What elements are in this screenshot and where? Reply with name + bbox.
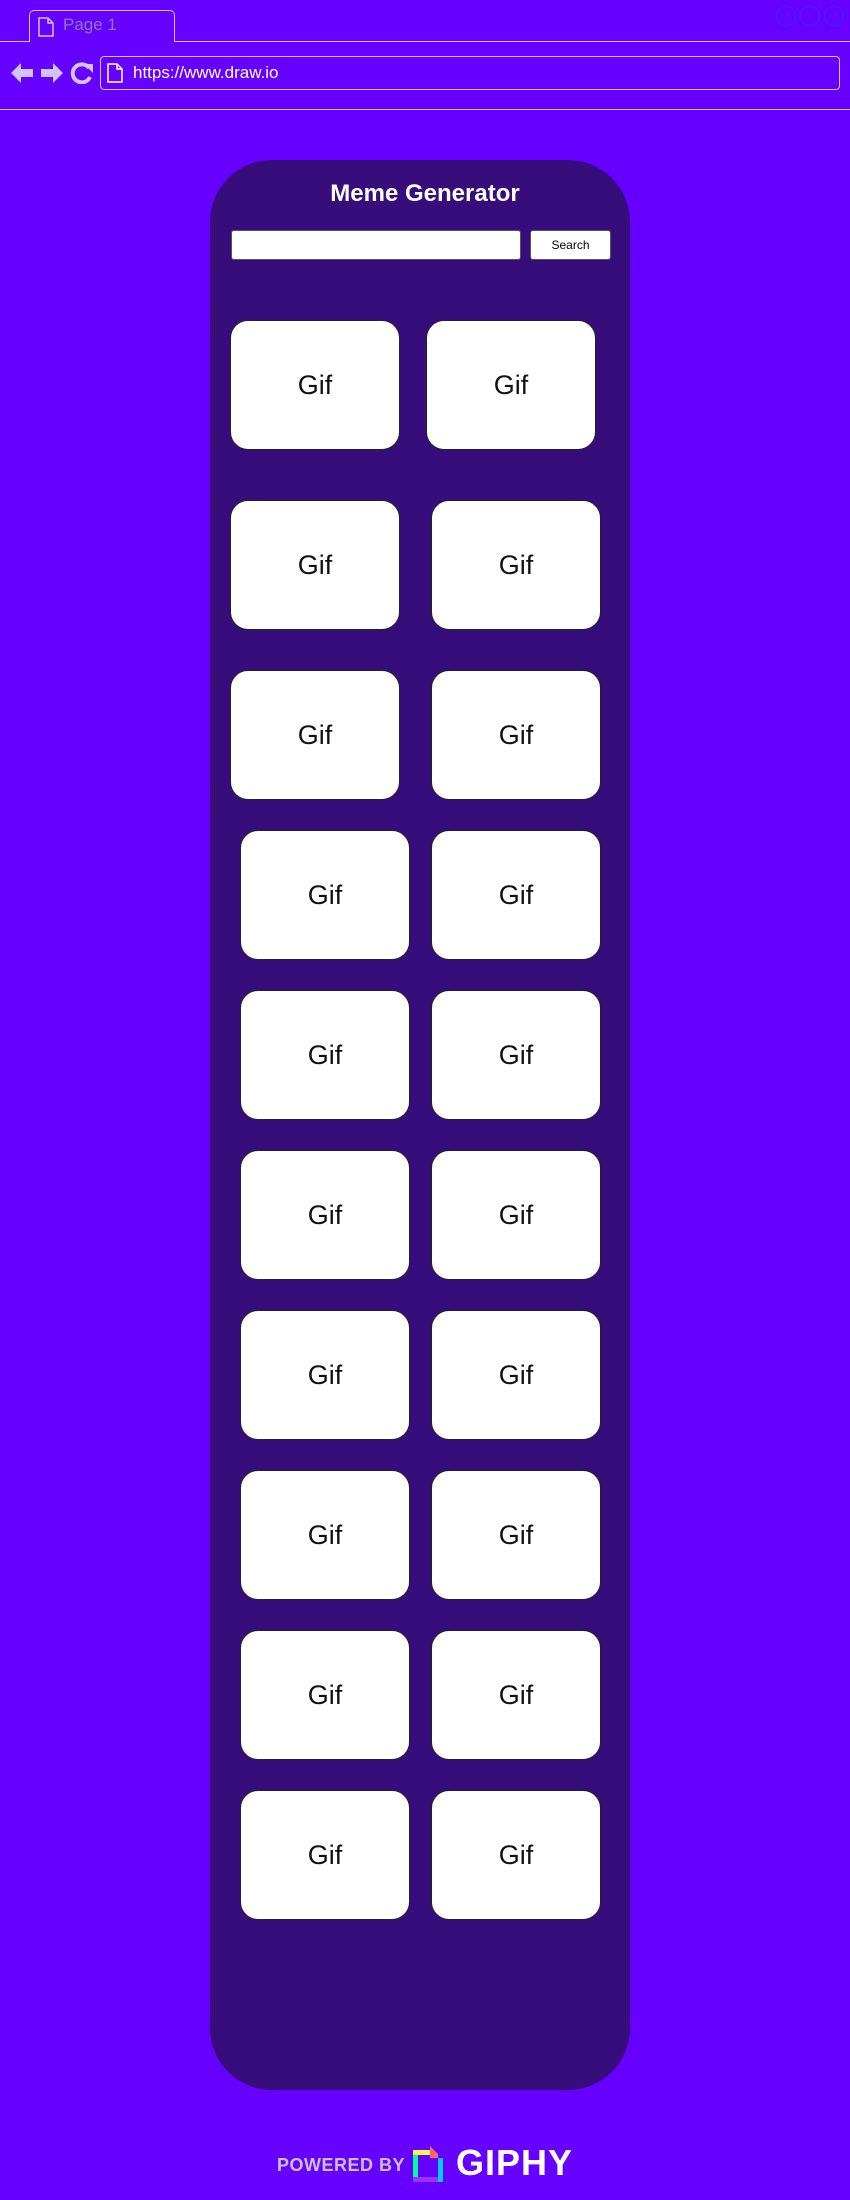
gif-card[interactable]: Gif [240, 1790, 410, 1920]
app-title: Meme Generator [330, 180, 520, 207]
gif-card[interactable]: Gif [431, 1630, 601, 1760]
gif-card[interactable]: Gif [240, 1630, 410, 1760]
page-icon [107, 63, 123, 88]
page-icon [38, 17, 54, 42]
gif-card[interactable]: Gif [230, 500, 400, 630]
arrow-right-icon[interactable] [40, 62, 64, 89]
gif-card[interactable]: Gif [431, 1310, 601, 1440]
tab-strip-divider [0, 41, 30, 42]
gif-card[interactable]: Gif [240, 990, 410, 1120]
gif-card[interactable]: Gif [431, 1790, 601, 1920]
gif-card[interactable]: Gif [431, 990, 601, 1120]
gif-card[interactable]: Gif [240, 1310, 410, 1440]
gif-card[interactable]: Gif [426, 320, 596, 450]
search-input[interactable] [231, 230, 521, 260]
tab-label: Page 1 [63, 15, 117, 34]
gif-card[interactable]: Gif [230, 670, 400, 800]
arrow-left-icon[interactable] [10, 62, 34, 89]
address-url: https://www.draw.io [133, 63, 279, 82]
gif-card[interactable]: Gif [230, 320, 400, 450]
window-button-minimize[interactable] [776, 6, 796, 26]
gif-card[interactable]: Gif [431, 1470, 601, 1600]
window-button-maximize[interactable] [800, 6, 820, 26]
search-button[interactable]: Search [530, 230, 611, 260]
gif-card[interactable]: Gif [431, 500, 601, 630]
gif-card[interactable]: Gif [240, 1150, 410, 1280]
window-button-close[interactable] [824, 6, 844, 26]
giphy-wordmark: GIPHY [456, 2142, 574, 2183]
gif-card[interactable]: Gif [431, 830, 601, 960]
giphy-attribution: POWERED BY GIPHY [277, 2140, 577, 2188]
gif-card[interactable]: Gif [240, 830, 410, 960]
gif-card[interactable]: Gif [431, 1150, 601, 1280]
address-bar[interactable]: https://www.draw.io [100, 56, 840, 90]
giphy-logo-icon [411, 2144, 445, 2189]
powered-by-label: POWERED BY [277, 2155, 406, 2175]
browser-tab[interactable]: Page 1 [29, 10, 175, 42]
gif-card[interactable]: Gif [431, 670, 601, 800]
reload-icon[interactable] [70, 62, 94, 89]
gif-card[interactable]: Gif [240, 1470, 410, 1600]
browser-chrome-divider [0, 109, 850, 110]
tab-strip-divider [174, 41, 850, 42]
